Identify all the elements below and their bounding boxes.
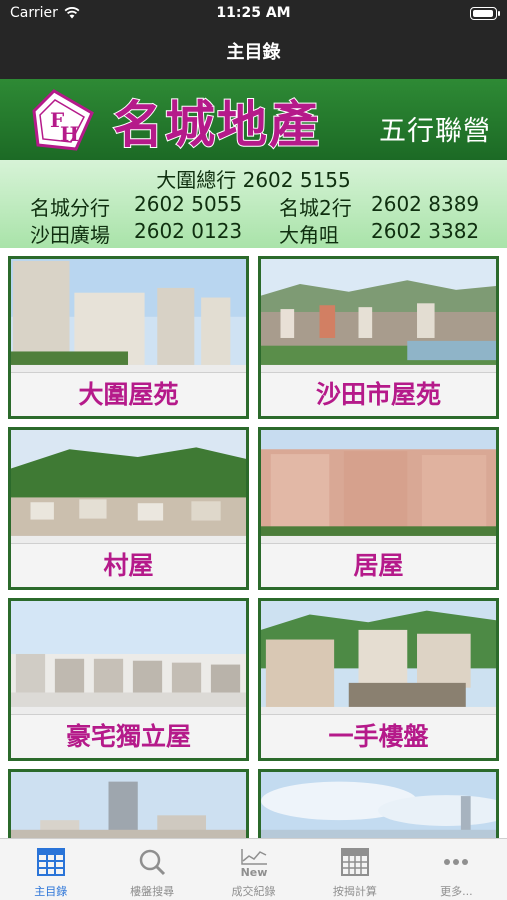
top-bar: Carrier 11:25 AM 主目錄 — [0, 0, 507, 79]
category-tile-8[interactable] — [258, 769, 499, 838]
category-tile-village-houses[interactable]: 村屋 — [8, 427, 249, 590]
banner-header: F H 名城地產 五行聯營 — [0, 79, 507, 160]
category-tile-tai-wai-estates[interactable]: 大圍屋苑 — [8, 256, 249, 419]
branch-phone: 2602 5055 — [134, 192, 243, 216]
branch-phone: 2602 8389 — [371, 192, 480, 216]
tab-label: 更多... — [440, 885, 473, 898]
branch-contact: 大角咀 2602 3382 — [279, 219, 479, 248]
tab-property-search[interactable]: 樓盤搜尋 — [101, 839, 202, 900]
branch-name: 名城分行 — [30, 196, 110, 220]
brand-name: 名城地產 — [112, 94, 321, 155]
union-label: 五行聯營 — [379, 116, 491, 147]
tab-label: 成交紀錄 — [231, 885, 276, 898]
tile-caption: 大圍屋苑 — [11, 372, 246, 416]
branch-contact: 名城分行 2602 5055 — [30, 192, 242, 221]
category-tile-luxury-houses[interactable]: 豪宅獨立屋 — [8, 598, 249, 761]
tab-home[interactable]: 主目錄 — [0, 839, 101, 900]
harbour-photo — [261, 772, 496, 838]
grid-icon — [36, 848, 65, 876]
tab-bar: 主目錄 樓盤搜尋 New 成交紀錄 按揭計算 更多... — [0, 838, 507, 900]
branch-name: 沙田廣場 — [30, 223, 110, 247]
svg-text:New: New — [240, 866, 267, 877]
category-tile-new-developments[interactable]: 一手樓盤 — [258, 598, 499, 761]
calculator-icon — [340, 848, 369, 876]
status-bar: Carrier 11:25 AM — [0, 0, 507, 26]
battery-icon — [470, 7, 500, 20]
tile-caption: 一手樓盤 — [261, 714, 496, 758]
tab-more[interactable]: 更多... — [406, 839, 507, 900]
fh-logo: F H — [32, 89, 94, 151]
new-chart-icon: New — [240, 849, 267, 877]
clock: 11:25 AM — [216, 5, 291, 21]
tab-transactions[interactable]: New 成交紀錄 — [203, 839, 304, 900]
skyline-photo — [11, 772, 246, 838]
branch-phone: 2602 3382 — [371, 219, 480, 243]
company-banner: F H 名城地產 五行聯營 大圍總行 2602 5155 名城分行 2602 5… — [0, 79, 507, 248]
search-icon — [139, 849, 166, 876]
tab-label: 主目錄 — [34, 885, 68, 898]
category-tile-shatin-estates[interactable]: 沙田市屋苑 — [258, 256, 499, 419]
tab-label: 樓盤搜尋 — [130, 885, 175, 898]
category-grid: 大圍屋苑 沙田市屋苑 村屋 居屋 豪宅獨立屋 一手樓盤 — [0, 248, 507, 838]
branch-name: 大角咀 — [279, 223, 339, 247]
branch-contact: 沙田廣場 2602 0123 — [30, 219, 242, 248]
more-icon — [444, 859, 469, 865]
tile-caption: 居屋 — [261, 543, 496, 587]
tab-label: 按揭計算 — [332, 885, 377, 898]
tab-mortgage-calculator[interactable]: 按揭計算 — [304, 839, 405, 900]
branch-contact: 名城2行 2602 8389 — [279, 192, 479, 221]
branch-phone: 2602 0123 — [134, 219, 243, 243]
tile-caption: 村屋 — [11, 543, 246, 587]
headquarters-phone: 大圍總行 2602 5155 — [156, 168, 351, 192]
branch-name: 名城2行 — [279, 196, 352, 220]
tile-caption: 沙田市屋苑 — [261, 372, 496, 416]
tile-caption: 豪宅獨立屋 — [11, 714, 246, 758]
category-tile-7[interactable] — [8, 769, 249, 838]
page-title: 主目錄 — [226, 42, 281, 63]
svg-text:H: H — [60, 122, 79, 146]
category-tile-hos-flats[interactable]: 居屋 — [258, 427, 499, 590]
branch-contacts: 大圍總行 2602 5155 名城分行 2602 5055 名城2行 2602 … — [0, 160, 507, 248]
